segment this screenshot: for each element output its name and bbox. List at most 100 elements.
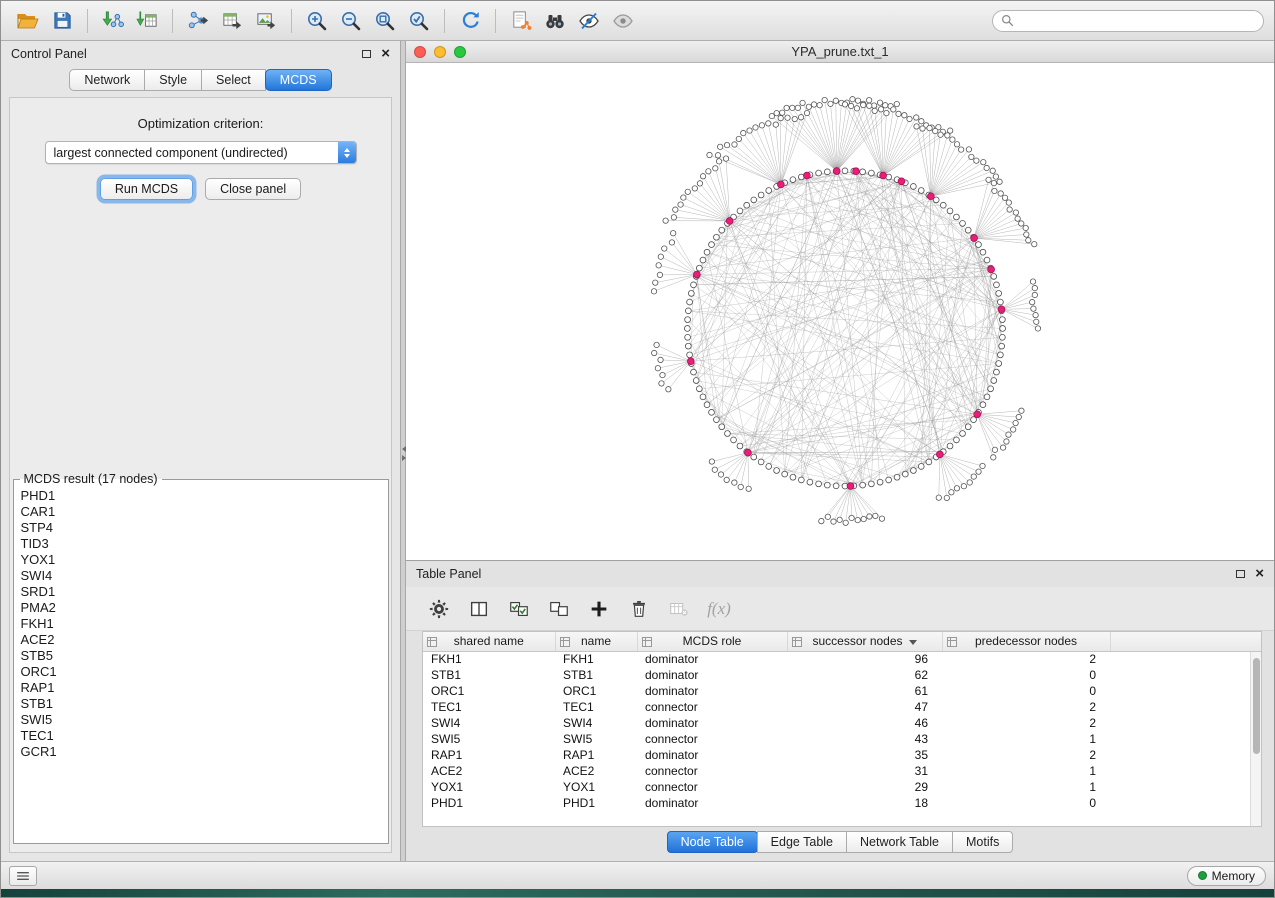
leaf-node[interactable] [944,495,949,500]
mcds-hub-node[interactable] [880,172,887,179]
ring-node[interactable] [790,474,796,480]
import-network-icon[interactable] [96,5,130,37]
show-details-icon[interactable] [606,5,640,37]
ring-node[interactable] [926,459,932,465]
ring-node[interactable] [918,464,924,470]
leaf-node[interactable] [867,514,872,519]
ring-node[interactable] [685,317,691,323]
mcds-result-item[interactable]: GCR1 [21,744,388,760]
leaf-node[interactable] [773,122,778,127]
ring-node[interactable] [996,361,1002,367]
leaf-node[interactable] [938,132,943,137]
leaf-node[interactable] [656,263,661,268]
leaf-node[interactable] [666,387,671,392]
leaf-node[interactable] [842,102,847,107]
ring-node[interactable] [737,443,743,449]
column-header-successor-nodes[interactable]: successor nodes [787,632,942,651]
leaf-node[interactable] [657,272,662,277]
ring-node[interactable] [980,249,986,255]
leaf-node[interactable] [976,469,981,474]
ring-node[interactable] [704,402,710,408]
leaf-node[interactable] [798,115,803,120]
leaf-node[interactable] [747,128,752,133]
mcds-hub-node[interactable] [974,411,981,418]
ring-node[interactable] [998,352,1004,358]
mcds-result-item[interactable]: SWI5 [21,712,388,728]
mcds-result-item[interactable]: PMA2 [21,600,388,616]
ring-node[interactable] [991,378,997,384]
leaf-node[interactable] [971,474,976,479]
tab-node-table[interactable]: Node Table [667,831,758,853]
ring-node[interactable] [947,443,953,449]
deselect-all-icon[interactable] [542,592,576,626]
ring-node[interactable] [869,481,875,487]
ring-node[interactable] [988,386,994,392]
close-panel-button[interactable]: Close panel [205,178,301,200]
binoculars-icon[interactable] [538,5,572,37]
ring-node[interactable] [725,431,731,437]
leaf-node[interactable] [658,357,663,362]
panel-splitter[interactable] [401,41,406,861]
leaf-node[interactable] [792,116,797,121]
ring-node[interactable] [1000,326,1006,332]
ring-node[interactable] [709,242,715,248]
zoom-in-icon[interactable] [300,5,334,37]
leaf-node[interactable] [958,147,963,152]
leaf-node[interactable] [766,121,771,126]
leaf-node[interactable] [1019,408,1024,413]
leaf-node[interactable] [753,125,758,130]
leaf-node[interactable] [681,195,686,200]
ring-node[interactable] [696,265,702,271]
leaf-node[interactable] [831,519,836,524]
leaf-node[interactable] [692,186,697,191]
leaf-node[interactable] [709,459,714,464]
column-header-predecessor-nodes[interactable]: predecessor nodes [942,632,1110,651]
leaf-node[interactable] [1019,221,1024,226]
leaf-node[interactable] [873,513,878,518]
leaf-node[interactable] [662,246,667,251]
leaf-node[interactable] [759,123,764,128]
ring-node[interactable] [994,282,1000,288]
table-row[interactable]: STB1STB1dominator620 [423,667,1261,683]
hide-details-icon[interactable] [572,5,606,37]
leaf-node[interactable] [949,490,954,495]
network-graph-canvas[interactable] [406,63,1274,560]
leaf-node[interactable] [732,480,737,485]
leaf-node[interactable] [673,207,678,212]
ring-node[interactable] [758,192,764,198]
ring-node[interactable] [877,479,883,485]
zoom-fit-icon[interactable] [368,5,402,37]
tab-mcds[interactable]: MCDS [265,69,332,91]
ring-node[interactable] [910,468,916,474]
close-panel-icon[interactable]: × [381,49,390,59]
leaf-node[interactable] [993,174,998,179]
leaf-node[interactable] [861,516,866,521]
leaf-node[interactable] [878,107,883,112]
ring-node[interactable] [816,170,822,176]
leaf-node[interactable] [877,100,882,105]
mcds-result-item[interactable]: STB1 [21,696,388,712]
leaf-node[interactable] [790,105,795,110]
mcds-result-item[interactable]: CAR1 [21,504,388,520]
select-all-icon[interactable] [502,592,536,626]
leaf-node[interactable] [891,107,896,112]
leaf-node[interactable] [678,202,683,207]
mcds-result-list[interactable]: PHD1CAR1STP4TID3YOX1SWI4SRD1PMA2FKH1ACE2… [14,486,388,760]
leaf-node[interactable] [1015,216,1020,221]
leaf-node[interactable] [780,110,785,115]
ring-node[interactable] [842,168,848,174]
ring-node[interactable] [685,334,691,340]
leaf-node[interactable] [896,111,901,116]
mcds-result-item[interactable]: RAP1 [21,680,388,696]
table-row[interactable]: PHD1PHD1dominator180 [423,795,1261,811]
leaf-node[interactable] [1013,210,1018,215]
table-row[interactable]: FKH1FKH1dominator962 [423,651,1261,667]
leaf-node[interactable] [654,342,659,347]
leaf-node[interactable] [659,381,664,386]
ring-node[interactable] [719,424,725,430]
ring-node[interactable] [693,378,699,384]
leaf-node[interactable] [990,168,995,173]
leaf-node[interactable] [967,480,972,485]
leaf-node[interactable] [854,106,859,111]
leaf-node[interactable] [1033,312,1038,317]
